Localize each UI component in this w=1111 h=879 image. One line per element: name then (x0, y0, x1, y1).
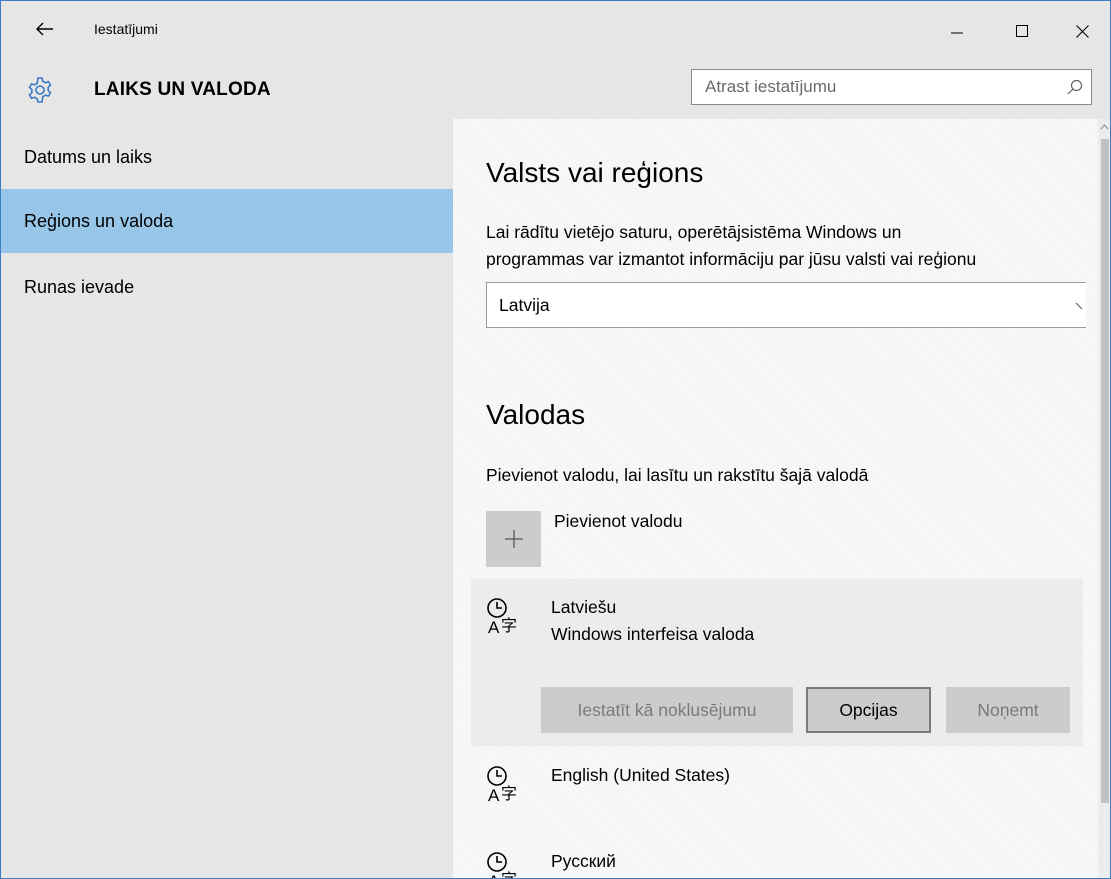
language-item-latviesu[interactable]: A 字 Latviešu Windows interfeisa valoda I… (471, 579, 1083, 746)
country-selected-value: Latvija (499, 294, 550, 315)
add-language-button[interactable]: Pievienot valodu (486, 511, 682, 567)
main-content: Valsts vai reģions Lai rādītu vietējo sa… (453, 119, 1098, 879)
close-icon (1075, 24, 1089, 38)
options-button[interactable]: Opcijas (806, 687, 931, 733)
svg-text:字: 字 (501, 870, 517, 879)
maximize-icon (1016, 25, 1028, 37)
chevron-down-icon (1075, 302, 1083, 310)
svg-text:A: A (488, 786, 500, 803)
sidebar-item-label: Runas ievade (24, 276, 135, 297)
sidebar-item-region-language[interactable]: Reģions un valoda (1, 189, 453, 253)
language-name: English (United States) (551, 765, 730, 785)
gear-icon (28, 77, 52, 103)
back-button[interactable] (31, 15, 59, 43)
language-subtitle: Windows interfeisa valoda (551, 624, 755, 644)
languages-description: Pievienot valodu, lai lasītu un rakstītu… (486, 465, 869, 485)
language-icon: A 字 (487, 852, 517, 879)
remove-button[interactable]: Noņemt (946, 687, 1070, 733)
settings-header: LAIKS UN VALODA (1, 63, 1110, 119)
close-button[interactable] (1059, 11, 1105, 51)
sidebar-item-label: Reģions un valoda (24, 210, 174, 231)
search-box[interactable] (691, 69, 1092, 105)
minimize-icon (951, 32, 963, 34)
region-description-line2: programmas var izmantot informāciju par … (486, 249, 977, 269)
add-language-tile (486, 511, 541, 567)
language-name: Русский (551, 851, 616, 871)
settings-window: Iestatījumi LAIKS UN VALODA Atrast iesta… (0, 0, 1111, 879)
back-arrow-icon (36, 22, 53, 36)
scrollbar-thumb[interactable] (1101, 139, 1109, 803)
add-language-label: Pievienot valodu (554, 511, 683, 531)
country-region-select[interactable]: Latvija (486, 282, 1086, 328)
svg-text:A: A (488, 872, 500, 879)
svg-text:字: 字 (501, 784, 517, 803)
language-name: Latviešu (551, 597, 617, 617)
vertical-scrollbar[interactable] (1098, 119, 1110, 878)
language-icon: A 字 (487, 766, 517, 803)
scroll-up-arrow-icon[interactable] (1099, 122, 1110, 132)
minimize-button[interactable] (934, 11, 980, 51)
title-bar: Iestatījumi (1, 1, 1110, 63)
svg-text:A: A (488, 618, 500, 635)
sidebar-item-label: Datums un laiks (24, 146, 153, 167)
search-input[interactable] (692, 70, 1059, 104)
plus-icon (504, 530, 523, 548)
search-icon[interactable] (1059, 70, 1091, 104)
sidebar-nav: Datums un laiks Reģions un valoda Runas … (1, 119, 453, 878)
maximize-button[interactable] (999, 11, 1045, 51)
language-item-english[interactable]: A 字 English (United States) (471, 755, 1083, 835)
region-heading: Valsts vai reģions (486, 157, 704, 188)
sidebar-item-date-time[interactable]: Datums un laiks (1, 125, 453, 189)
language-icon: A 字 (487, 598, 517, 635)
svg-text:字: 字 (501, 616, 517, 635)
window-title: Iestatījumi (94, 21, 158, 37)
set-default-button[interactable]: Iestatīt kā noklusējumu (541, 687, 793, 733)
sidebar-item-speech[interactable]: Runas ievade (1, 255, 453, 319)
section-title: LAIKS UN VALODA (94, 79, 271, 100)
language-item-russian[interactable]: A 字 Русский (471, 841, 1083, 879)
region-description-line1: Lai rādītu vietējo saturu, operētājsistē… (486, 222, 902, 242)
languages-heading: Valodas (486, 399, 586, 430)
